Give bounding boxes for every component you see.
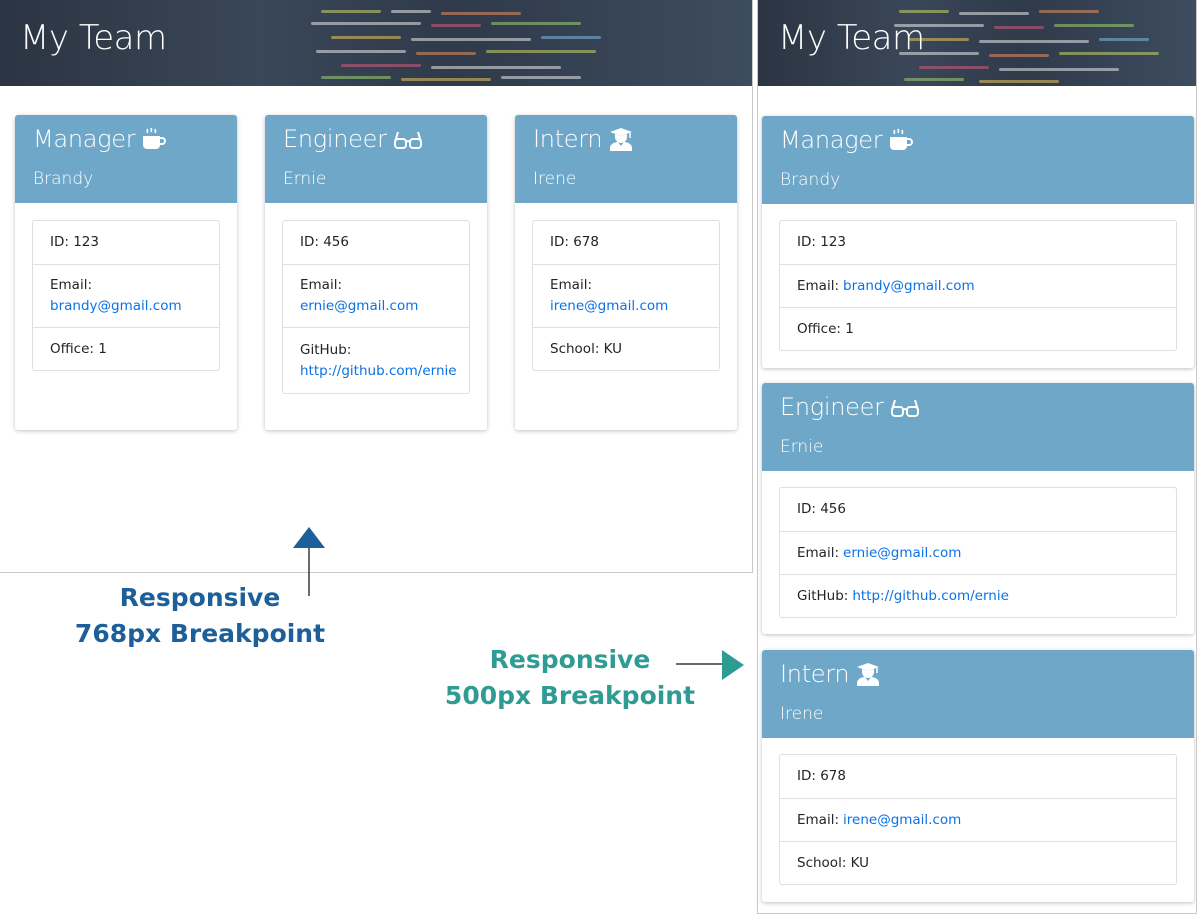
engineer-card: Engineer Ernie ID: 456 Email: ernie@gmai… (265, 115, 487, 430)
member-name: Irene (780, 704, 824, 724)
intern-card: Intern Irene ID: 678 Email: irene@gmail.… (762, 650, 1194, 902)
info-list: ID: 456 Email: ernie@gmail.com GitHub: h… (779, 487, 1177, 618)
github-row: GitHub: http://github.com/ernie (780, 574, 1176, 617)
email-link[interactable]: ernie@gmail.com (300, 296, 452, 317)
email-row: Email: irene@gmail.com (780, 798, 1176, 841)
glasses-icon (393, 131, 422, 149)
card-header: Intern Irene (515, 115, 737, 203)
annotation-500-breakpoint: Responsive 500px Breakpoint (444, 645, 696, 710)
email-row: Email: ernie@gmail.com (780, 531, 1176, 574)
school-row: School: KU (533, 327, 719, 370)
id-row: ID: 678 (550, 234, 599, 250)
role-title: Engineer (780, 393, 884, 421)
breakpoint-768-view: My Team Manager Brandy ID: 123 Email: br… (0, 0, 752, 572)
role-title: Manager (780, 126, 883, 154)
role-title: Engineer (283, 125, 387, 153)
member-name: Brandy (780, 170, 841, 190)
id-row: ID: 123 (50, 234, 99, 250)
github-row: GitHub: http://github.com/ernie (283, 327, 469, 393)
manager-card: Manager Brandy ID: 123 Email: brandy@gma… (762, 116, 1194, 368)
manager-card: Manager Brandy ID: 123 Email: brandy@gma… (15, 115, 237, 430)
coffee-mug-icon (890, 128, 914, 150)
intern-card: Intern Irene ID: 678 Email: irene@gmail.… (515, 115, 737, 430)
email-link[interactable]: irene@gmail.com (550, 296, 702, 317)
id-row: ID: 678 (797, 768, 846, 784)
id-row: ID: 456 (797, 501, 846, 517)
email-row: Email: irene@gmail.com (533, 264, 719, 327)
annotation-768-breakpoint: Responsive 768px Breakpoint (74, 583, 326, 648)
member-name: Irene (533, 169, 577, 189)
github-link[interactable]: http://github.com/ernie (852, 586, 1009, 607)
header-banner: My Team (758, 0, 1196, 86)
github-link[interactable]: http://github.com/ernie (300, 361, 457, 382)
code-background-image (889, 0, 1196, 86)
email-row: Email: ernie@gmail.com (283, 264, 469, 327)
coffee-mug-icon (143, 127, 167, 149)
role-title: Intern (533, 125, 603, 153)
glasses-icon (890, 399, 919, 417)
card-header: Intern Irene (762, 650, 1194, 738)
email-row: Email: brandy@gmail.com (33, 264, 219, 327)
card-header: Manager Brandy (15, 115, 237, 203)
info-list: ID: 678 Email: irene@gmail.com School: K… (532, 220, 720, 371)
info-list: ID: 456 Email: ernie@gmail.com GitHub: h… (282, 220, 470, 394)
email-link[interactable]: ernie@gmail.com (843, 543, 961, 564)
email-link[interactable]: brandy@gmail.com (50, 296, 202, 317)
id-row: ID: 456 (300, 234, 349, 250)
id-row: ID: 123 (797, 234, 846, 250)
card-header: Manager Brandy (762, 116, 1194, 204)
breakpoint-500-view: My Team Manager Brandy ID: 123 Email: br… (758, 0, 1196, 913)
role-title: Manager (33, 125, 136, 153)
school-row: School: KU (780, 841, 1176, 884)
page-title: My Team (20, 18, 167, 58)
card-header: Engineer Ernie (762, 383, 1194, 471)
graduate-icon (857, 663, 880, 686)
role-title: Intern (780, 660, 850, 688)
info-list: ID: 123 Email: brandy@gmail.com Office: … (32, 220, 220, 371)
email-row: Email: brandy@gmail.com (780, 264, 1176, 307)
email-link[interactable]: brandy@gmail.com (843, 276, 975, 297)
info-list: ID: 678 Email: irene@gmail.com School: K… (779, 754, 1177, 885)
code-background-image (301, 0, 752, 86)
card-header: Engineer Ernie (265, 115, 487, 203)
page-title: My Team (778, 18, 925, 58)
header-banner: My Team (0, 0, 752, 86)
graduate-icon (610, 128, 633, 151)
member-name: Ernie (780, 437, 824, 457)
email-link[interactable]: irene@gmail.com (843, 810, 961, 831)
member-name: Brandy (33, 169, 94, 189)
office-row: Office: 1 (780, 307, 1176, 350)
member-name: Ernie (283, 169, 327, 189)
office-row: Office: 1 (33, 327, 219, 370)
info-list: ID: 123 Email: brandy@gmail.com Office: … (779, 220, 1177, 351)
engineer-card: Engineer Ernie ID: 456 Email: ernie@gmai… (762, 383, 1194, 634)
